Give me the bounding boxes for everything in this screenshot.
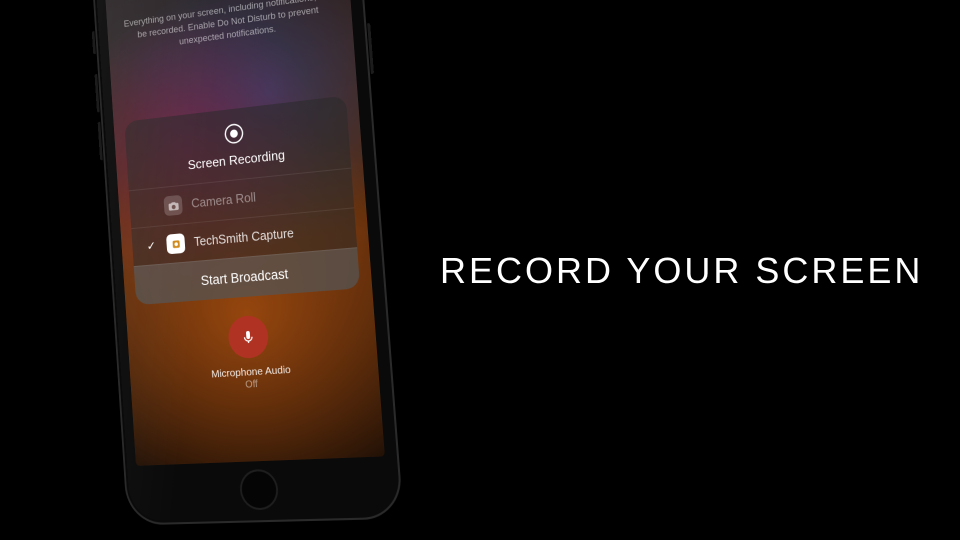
checkmark-icon xyxy=(142,207,155,208)
page-headline: RECORD YOUR SCREEN xyxy=(440,250,923,292)
camera-icon xyxy=(163,195,182,216)
phone-screen: Everything on your screen, including not… xyxy=(105,0,384,466)
screen-recording-panel: Screen Recording Camera Roll ✓ xyxy=(124,96,360,306)
microphone-icon xyxy=(240,328,256,345)
checkmark-icon: ✓ xyxy=(145,239,158,254)
techsmith-icon xyxy=(166,233,186,254)
option-label: Camera Roll xyxy=(191,190,256,210)
phone-mockup: Everything on your screen, including not… xyxy=(95,0,385,520)
record-icon xyxy=(223,122,245,146)
option-label: TechSmith Capture xyxy=(194,226,295,249)
recording-disclaimer: Everything on your screen, including not… xyxy=(123,0,335,56)
microphone-toggle-button[interactable] xyxy=(227,315,270,360)
